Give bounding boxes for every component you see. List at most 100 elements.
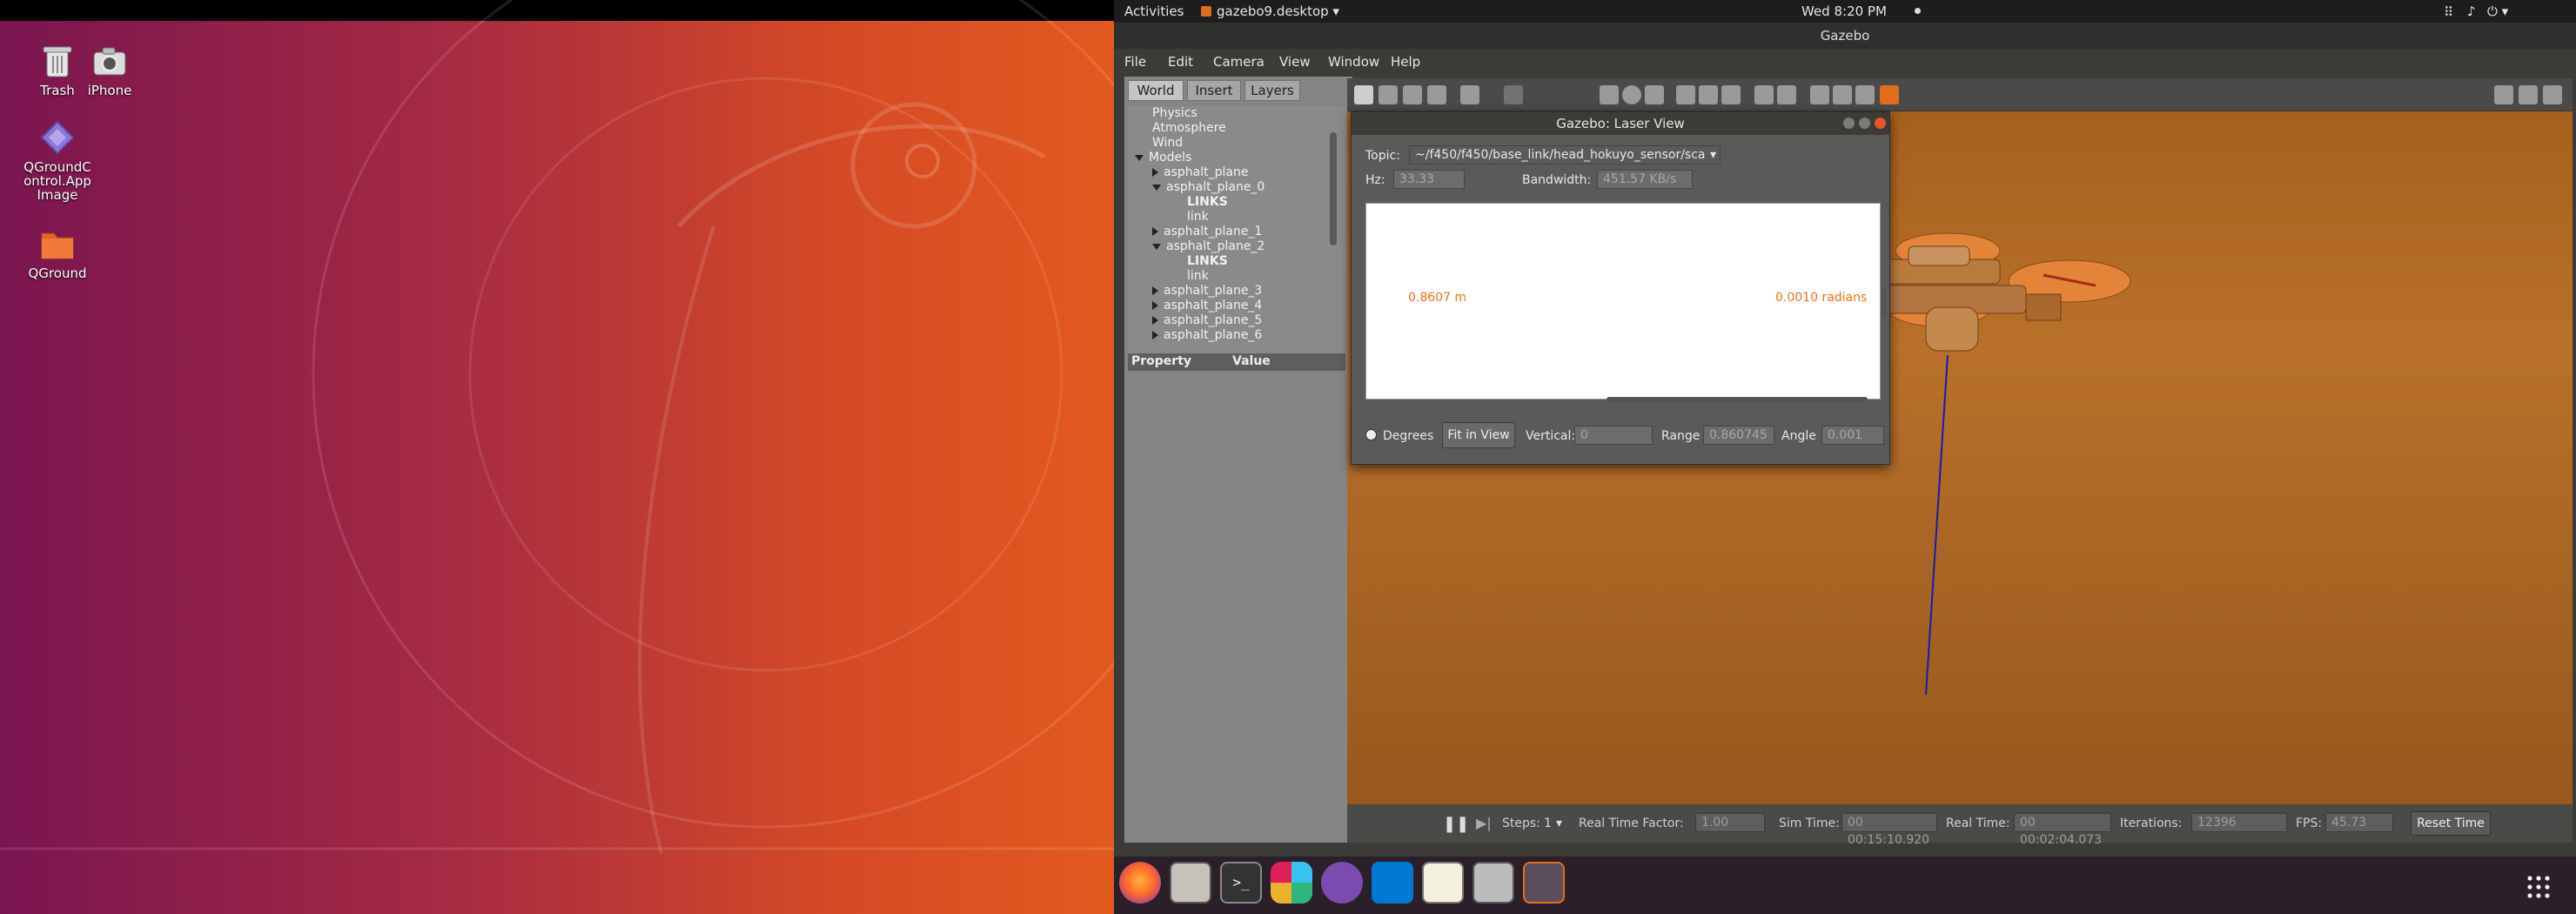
align-icon[interactable] (1810, 85, 1829, 104)
tree-item-model[interactable]: asphalt_plane_6 (1152, 328, 1262, 342)
rotate-mode-icon[interactable] (1403, 85, 1422, 104)
bandwidth-label: Bandwidth: (1522, 173, 1592, 187)
steps-value[interactable]: 1 (1544, 817, 1552, 830)
value-column: Value (1232, 354, 1271, 368)
tab-world[interactable]: World (1128, 80, 1184, 101)
gazebo-dock-icon[interactable] (1523, 862, 1565, 904)
desktop-icon-iphone[interactable]: iPhone (68, 42, 151, 97)
desktop-icon-label: QGroundControl.AppImage (23, 159, 91, 203)
close-icon[interactable] (1875, 118, 1886, 129)
laser-plot[interactable]: 0.8607 m 0.0010 radians (1365, 203, 1887, 402)
snap-icon[interactable] (1833, 85, 1852, 104)
github-icon[interactable] (1321, 862, 1363, 904)
tree-item-model[interactable]: asphalt_plane_5 (1152, 313, 1262, 327)
expand-right-icon[interactable] (1152, 227, 1158, 236)
menu-help[interactable]: Help (1391, 54, 1420, 70)
maximize-icon[interactable] (1859, 118, 1870, 129)
tree-item-wind[interactable]: Wind (1152, 136, 1183, 150)
desktop-icon-qground-folder[interactable]: QGround (16, 225, 99, 280)
world-panel: World Insert Layers Physics Atmosphere W… (1124, 77, 1352, 843)
paste-icon[interactable] (1777, 85, 1796, 104)
tab-layers[interactable]: Layers (1244, 80, 1300, 101)
point-light-icon[interactable] (1676, 85, 1695, 104)
text-editor-icon[interactable] (1422, 862, 1464, 904)
real-time-value: 00 00:02:04.073 (2014, 813, 2111, 847)
box-shape-icon[interactable] (1600, 85, 1619, 104)
reset-time-button[interactable]: Reset Time (2411, 811, 2491, 836)
tree-item-link[interactable]: link (1187, 269, 1209, 283)
menu-window[interactable]: Window (1328, 54, 1379, 70)
activities-button[interactable]: Activities (1124, 3, 1184, 19)
app-menu[interactable]: gazebo9.desktop ▾ (1201, 3, 1339, 19)
expand-right-icon[interactable] (1152, 301, 1158, 310)
minimize-icon[interactable] (1843, 118, 1855, 129)
vertical-label: Vertical: (1526, 429, 1576, 443)
menu-file[interactable]: File (1124, 54, 1146, 70)
tree-item-link[interactable]: link (1187, 210, 1209, 224)
menu-camera[interactable]: Camera (1213, 54, 1265, 70)
expand-right-icon[interactable] (1152, 316, 1158, 325)
tab-insert[interactable]: Insert (1187, 80, 1241, 101)
folder-icon (38, 225, 77, 263)
tree-item-model[interactable]: asphalt_plane_3 (1152, 284, 1262, 298)
show-apps-icon[interactable] (2526, 874, 2552, 900)
expand-right-icon[interactable] (1152, 286, 1158, 295)
screenshot-icon[interactable] (2494, 85, 2513, 104)
undo-icon[interactable] (1460, 85, 1479, 104)
tree-scrollbar[interactable] (1330, 132, 1337, 245)
sim-time-value: 00 00:15:10.920 (1841, 813, 1937, 847)
tree-item-models[interactable]: Models (1135, 151, 1191, 165)
camera-app-icon[interactable] (1472, 862, 1514, 904)
tree-item-model[interactable]: asphalt_plane_0 (1152, 180, 1265, 194)
tree-item-model[interactable]: asphalt_plane_4 (1152, 299, 1262, 313)
fit-in-view-button[interactable]: Fit in View (1442, 422, 1515, 448)
copy-icon[interactable] (1754, 85, 1774, 104)
step-icon[interactable]: ▶| (1476, 815, 1492, 831)
plot-scrollbar-h[interactable] (1607, 397, 1868, 402)
tree-item-model[interactable]: asphalt_plane_2 (1152, 239, 1265, 253)
volume-icon[interactable]: ♪ (2467, 3, 2476, 19)
view-angle-icon[interactable] (1880, 85, 1899, 104)
tree-item-model[interactable]: asphalt_plane_1 (1152, 225, 1262, 239)
vscode-icon[interactable] (1372, 862, 1413, 904)
desktop-icon-qgroundcontrol[interactable]: QGroundControl.AppImage (16, 118, 99, 202)
joint-icon[interactable] (1855, 85, 1875, 104)
tree-item-physics[interactable]: Physics (1152, 106, 1197, 120)
tree-item-model[interactable]: asphalt_plane (1152, 165, 1248, 179)
plot-icon[interactable] (2543, 85, 2562, 104)
ubuntu-desktop-wallpaper: Trash iPhone QGroundControl.AppImage QGr… (0, 0, 1114, 914)
topic-label: Topic: (1365, 149, 1400, 163)
sphere-shape-icon[interactable] (1622, 85, 1641, 104)
menu-edit[interactable]: Edit (1168, 54, 1193, 70)
expand-down-icon[interactable] (1135, 154, 1144, 161)
pause-icon[interactable]: ❚❚ (1443, 815, 1469, 833)
log-icon[interactable] (2519, 85, 2538, 104)
network-icon[interactable]: ⠿ (2444, 4, 2453, 20)
menu-bar: File Edit Camera View Window Help (1114, 49, 2576, 73)
directional-light-icon[interactable] (1721, 85, 1741, 104)
expand-down-icon[interactable] (1152, 243, 1161, 250)
terminal-icon[interactable]: >_ (1220, 862, 1262, 904)
tree-item-atmosphere[interactable]: Atmosphere (1152, 121, 1226, 135)
translate-mode-icon[interactable] (1379, 85, 1398, 104)
expand-down-icon[interactable] (1152, 184, 1161, 191)
vertical-spinbox[interactable]: 0 (1574, 426, 1653, 445)
redo-icon[interactable] (1504, 85, 1523, 104)
steps-dropdown-icon[interactable]: ▾ (1556, 817, 1562, 830)
firefox-icon[interactable] (1119, 862, 1161, 904)
files-icon[interactable] (1170, 862, 1211, 904)
expand-right-icon[interactable] (1152, 168, 1158, 177)
degrees-label: Degrees (1383, 429, 1434, 443)
degrees-radio[interactable] (1365, 429, 1377, 440)
spot-light-icon[interactable] (1699, 85, 1718, 104)
clock[interactable]: Wed 8:20 PM (1801, 3, 1887, 19)
expand-right-icon[interactable] (1152, 331, 1158, 339)
slack-icon[interactable] (1271, 862, 1312, 904)
system-menu-icon[interactable]: ⏻ ▾ (2487, 3, 2508, 19)
cylinder-shape-icon[interactable] (1645, 85, 1664, 104)
menu-view[interactable]: View (1279, 54, 1311, 70)
scale-mode-icon[interactable] (1427, 85, 1446, 104)
plot-scrollbar-v[interactable] (1882, 287, 1887, 319)
select-mode-icon[interactable] (1354, 85, 1373, 104)
topic-select[interactable]: ~/f450/f450/base_link/head_hokuyo_sensor… (1409, 145, 1721, 165)
